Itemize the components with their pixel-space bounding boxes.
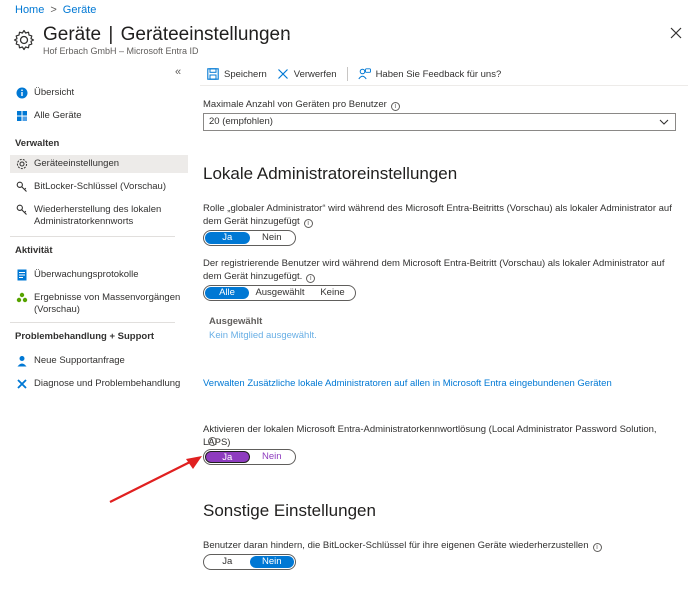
selected-members-heading: Ausgewählt [209,316,263,327]
sidebar-item-label: BitLocker-Schlüssel (Vorschau) [34,181,166,192]
info-icon[interactable]: i [306,274,316,283]
max-devices-dropdown[interactable]: 20 (empfohlen) [203,113,676,131]
sidebar-item-label: Übersicht [34,87,75,98]
more-options-button[interactable]: ··· [275,26,292,42]
sidebar-item-label: Diagnose und Problembehandlung [34,378,181,389]
chevron-down-icon [659,119,669,125]
info-icon[interactable]: i [303,219,313,228]
laps-toggle[interactable]: Ja Nein [203,449,296,465]
sidebar-item-label: Wiederherstellung des lokalen Administra… [34,204,162,227]
info-icon[interactable]: i [592,543,602,552]
toolbar-divider [200,85,688,86]
discard-button[interactable]: Verwerfen [277,68,347,80]
laps-yes-option[interactable]: Ja [205,451,250,463]
person-support-icon [17,356,27,367]
feedback-button[interactable]: Haben Sie Feedback für uns? [357,68,512,80]
registering-user-selected-option[interactable]: Ausgewählt [249,287,311,299]
registering-user-label: Der registrierende Benutzer wird während… [203,257,678,283]
other-settings-section-title: Sonstige Einstellungen [203,501,376,520]
save-label: Speichern [224,68,267,80]
info-icon [16,87,28,99]
global-admin-toggle[interactable]: Ja Nein [203,230,296,246]
laps-label: Aktivieren der lokalen Microsoft Entra-A… [203,424,657,448]
collapse-sidebar-button[interactable]: « [175,66,181,78]
breadcrumb-devices-link[interactable]: Geräte [63,4,97,16]
max-devices-label: Maximale Anzahl von Geräten pro Benutzer… [203,98,400,111]
sidebar-item-overview[interactable]: Übersicht [10,84,188,102]
tenant-subtitle: Hof Erbach GmbH – Microsoft Entra ID [43,46,199,56]
sidebar-item-device-settings[interactable]: Geräteeinstellungen [10,155,188,173]
page-title-sub: Geräteeinstellungen [120,24,291,45]
gear-icon [13,29,35,51]
discard-label: Verwerfen [293,68,337,80]
global-admin-label: Rolle „globaler Administrator“ wird währ… [203,202,678,228]
registering-user-none-option[interactable]: Keine [311,287,354,299]
laps-no-option[interactable]: Nein [250,451,294,463]
sidebar-item-label: Überwachungsprotokolle [34,269,139,280]
close-icon[interactable] [668,25,684,41]
bitlocker-recovery-toggle[interactable]: Ja Nein [203,554,296,570]
bitlocker-no-option[interactable]: Nein [249,556,294,568]
sidebar-item-bulk-results[interactable]: Ergebnisse von Massenvorgängen (Vorschau… [10,289,188,319]
page-title: Geräte | Geräteeinstellungen [43,24,291,46]
save-icon [207,68,219,80]
close-icon [277,69,288,79]
breadcrumb: Home > Geräte [15,4,96,16]
global-admin-label-text: Rolle „globaler Administrator“ wird währ… [203,203,672,227]
page-title-main: Geräte [43,24,102,45]
sidebar-heading-manage: Verwalten [15,138,60,149]
page-title-separator: | [108,24,114,45]
sidebar-item-all-devices[interactable]: Alle Geräte [10,107,188,125]
breadcrumb-separator: > [50,4,57,16]
bitlocker-yes-option[interactable]: Ja [205,556,250,568]
key-icon [16,204,27,215]
global-admin-yes-option[interactable]: Ja [205,232,250,244]
sidebar-item-label: Alle Geräte [34,110,82,121]
registering-user-label-text: Der registrierende Benutzer wird während… [203,258,665,282]
sidebar-item-bitlocker-keys[interactable]: BitLocker-Schlüssel (Vorschau) [10,178,188,196]
sidebar-heading-activity: Aktivität [15,245,53,256]
grid-icon [17,111,27,121]
bitlocker-recovery-label: Benutzer daran hindern, die BitLocker-Sc… [203,539,602,552]
bitlocker-recovery-label-text: Benutzer daran hindern, die BitLocker-Sc… [203,540,589,551]
manage-additional-admins-link[interactable]: Verwalten Zusätzliche lokale Administrat… [203,378,612,389]
global-admin-no-option[interactable]: Nein [250,232,295,244]
feedback-icon [357,68,371,80]
people-icon [16,292,28,303]
annotation-arrow-icon [109,456,202,503]
sidebar-item-audit-logs[interactable]: Überwachungsprotokolle [10,266,188,284]
sidebar-divider [10,236,175,237]
feedback-label: Haben Sie Feedback für uns? [375,68,502,80]
local-admin-section-title: Lokale Administratoreinstellungen [203,164,458,183]
info-icon[interactable]: i [390,102,400,111]
max-devices-label-text: Maximale Anzahl von Geräten pro Benutzer [203,99,387,110]
sidebar-divider [10,322,175,323]
breadcrumb-home-link[interactable]: Home [15,4,44,16]
max-devices-value: 20 (empfohlen) [209,116,273,127]
sidebar-item-label: Neue Supportanfrage [34,355,125,366]
sidebar-item-new-support-request[interactable]: Neue Supportanfrage [10,352,188,370]
sidebar-item-local-admin-recovery[interactable]: Wiederherstellung des lokalen Administra… [10,201,188,230]
no-member-selected-text: Kein Mitglied ausgewählt. [209,330,317,341]
save-button[interactable]: Speichern [207,68,277,80]
sidebar-item-label: Geräteeinstellungen [34,158,120,169]
toolbar-separator [346,67,348,81]
info-icon[interactable]: i [208,437,217,446]
sidebar-item-diagnose[interactable]: Diagnose und Problembehandlung [10,375,188,404]
registering-user-all-option[interactable]: Alle [205,287,249,299]
log-icon [17,269,27,281]
gear-icon [16,158,28,170]
command-bar: Speichern Verwerfen Haben Sie Feedback f… [207,67,511,81]
wrench-icon [17,379,27,389]
registering-user-toggle[interactable]: Alle Ausgewählt Keine [203,285,356,301]
sidebar-item-label: Ergebnisse von Massenvorgängen (Vorschau… [34,292,181,315]
sidebar-heading-troubleshooting: Problembehandlung + Support [15,331,155,342]
key-icon [16,181,27,192]
